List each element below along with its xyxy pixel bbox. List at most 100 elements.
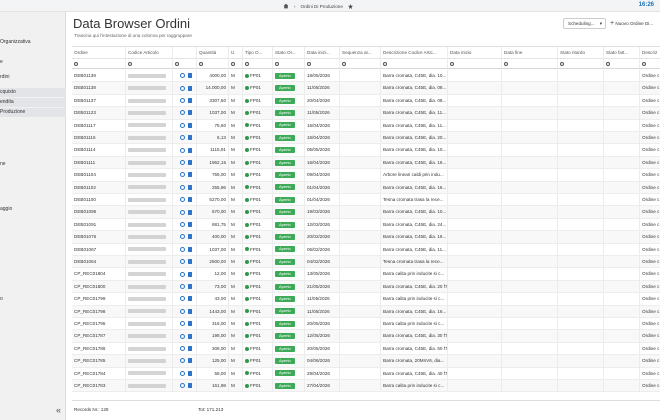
column-filter[interactable] — [197, 58, 229, 68]
table-row[interactable]: CP_REC01787 198,00 M FP01 Aperto 12/05/2026 Ba… — [72, 330, 660, 343]
column-filter[interactable] — [126, 58, 173, 68]
trash-icon[interactable] — [187, 147, 192, 153]
column-filter[interactable] — [640, 58, 660, 68]
info-icon[interactable] — [179, 370, 185, 376]
column-filter[interactable] — [243, 58, 273, 68]
column-filter[interactable] — [340, 58, 381, 68]
column-header[interactable]: Data fine — [502, 47, 558, 59]
info-icon[interactable] — [179, 110, 185, 116]
trash-icon[interactable] — [187, 85, 192, 91]
trash-icon[interactable] — [187, 296, 192, 302]
column-header[interactable]: Descriz — [640, 47, 660, 58]
table-row[interactable]: CP_REC01786 308,00 M FP01 Aperto 20/05/2026 Ba… — [72, 342, 660, 356]
info-icon[interactable] — [179, 259, 185, 265]
info-icon[interactable] — [179, 333, 185, 339]
table-row[interactable]: DEB01116 6,13 M FP01 Aperto 16/04/2026 Barra c… — [72, 132, 660, 145]
sidebar-item-produzione[interactable]: Produzione — [0, 108, 66, 117]
table-row[interactable]: DEB01117 75,60 M FP01 Aperto 16/04/2026 Barra … — [72, 119, 660, 132]
table-row[interactable]: CP_REC01783 161,98 M FP01 Aperto 27/04/2026 Ba… — [72, 380, 660, 393]
table-row[interactable]: DEB01139 4000,00 M FP01 Aperto 18/05/2026 Barr… — [72, 70, 660, 83]
trash-icon[interactable] — [187, 333, 192, 339]
info-icon[interactable] — [179, 135, 185, 141]
info-icon[interactable] — [179, 85, 185, 91]
info-icon[interactable] — [179, 296, 185, 302]
info-icon[interactable] — [179, 284, 185, 290]
table-row[interactable]: DEB01111 1962,15 M FP01 Aperto 16/04/2026 Barr… — [72, 156, 660, 170]
column-filter[interactable] — [604, 58, 640, 68]
info-icon[interactable] — [179, 73, 185, 79]
trash-icon[interactable] — [187, 358, 192, 364]
home-icon[interactable] — [283, 3, 289, 9]
sidebar-item-vendita[interactable]: endita — [0, 98, 66, 107]
table-row[interactable]: DEB01091 681,75 M FP01 Aperto 12/03/2026 Barra… — [72, 218, 660, 232]
info-icon[interactable] — [179, 271, 185, 277]
trash-icon[interactable] — [187, 98, 192, 104]
table-row[interactable]: DEB01102 255,96 M FP01 Aperto 01/04/2026 Barra… — [72, 181, 660, 194]
column-header[interactable]: Stato ritardo — [558, 47, 604, 59]
column-filter[interactable] — [72, 58, 126, 68]
trash-icon[interactable] — [187, 135, 192, 141]
table-row[interactable]: CP_REC01798 1443,00 M FP01 Aperto 11/05/2026 B… — [72, 305, 660, 318]
table-row[interactable]: DEB01064 2500,00 M FP01 Aperto 04/02/2026 Tesn… — [72, 256, 660, 269]
trash-icon[interactable] — [187, 184, 192, 190]
info-icon[interactable] — [179, 321, 185, 327]
sidebar-item-acquisto[interactable]: cquisto — [0, 88, 66, 97]
column-filter[interactable] — [305, 58, 340, 68]
trash-icon[interactable] — [187, 234, 192, 240]
trash-icon[interactable] — [187, 197, 192, 203]
table-row[interactable]: DEB01067 1037,00 M FP01 Aperto 06/02/2026 Barr… — [72, 243, 660, 256]
table-row[interactable]: DEB01137 3307,50 M FP01 Aperto 20/04/2026 Barr… — [72, 94, 660, 108]
sidebar-item-ordini[interactable]: rdini — [0, 73, 66, 82]
column-filter[interactable] — [502, 58, 558, 68]
table-row[interactable]: CP_REC01800 73,00 M FP01 Aperto 21/05/2026 Bar… — [72, 280, 660, 294]
table-row[interactable]: DEB01104 756,00 M FP01 Aperto 09/04/2026 Arbor… — [72, 169, 660, 182]
trash-icon[interactable] — [187, 284, 192, 290]
trash-icon[interactable] — [187, 246, 192, 252]
trash-icon[interactable] — [187, 271, 192, 277]
sidebar-item-organizzativa[interactable]: Organizzativa — [0, 38, 66, 47]
table-row[interactable]: DEB01138 14.000,00 M FP01 Aperto 11/05/2026 Ba… — [72, 82, 660, 95]
info-icon[interactable] — [179, 122, 185, 128]
table-row[interactable]: CP_REC01784 58,00 M FP01 Aperto 29/04/2026 Bar… — [72, 367, 660, 380]
table-row[interactable]: DEB01095 670,00 M FP01 Aperto 19/03/2026 Barra… — [72, 206, 660, 219]
trash-icon[interactable] — [187, 122, 192, 128]
trash-icon[interactable] — [187, 160, 192, 166]
column-header[interactable]: Descrizione Codice Artic... — [381, 47, 448, 59]
column-header[interactable]: U — [229, 47, 243, 59]
table-row[interactable]: CP_REC01785 125,00 M FP01 Aperto 04/06/2026 Ba… — [72, 355, 660, 368]
column-header[interactable] — [173, 47, 197, 59]
column-filter[interactable] — [448, 58, 502, 68]
table-row[interactable]: DEB01100 5270,00 M FP01 Aperto 01/04/2026 Tesn… — [72, 194, 660, 207]
trash-icon[interactable] — [187, 110, 192, 116]
column-header[interactable]: Ordine — [72, 47, 126, 59]
table-row[interactable]: DEB01076 400,00 M FP01 Aperto 20/02/2026 Barra… — [72, 231, 660, 244]
column-header[interactable]: Data inizio — [448, 47, 502, 59]
info-icon[interactable] — [179, 197, 185, 203]
column-filter[interactable] — [173, 58, 197, 68]
trash-icon[interactable] — [187, 222, 192, 228]
table-row[interactable]: DEB01123 1037,00 M FP01 Aperto 11/05/2026 Barr… — [72, 107, 660, 120]
info-icon[interactable] — [179, 209, 185, 215]
info-icon[interactable] — [179, 346, 185, 352]
column-header[interactable]: Data inizi... — [305, 47, 340, 59]
column-filter[interactable] — [558, 58, 604, 68]
info-icon[interactable] — [179, 184, 185, 190]
table-row[interactable]: DEB01114 1115,91 M FP01 Aperto 05/05/2026 Barr… — [72, 144, 660, 157]
column-filter[interactable] — [381, 58, 448, 68]
column-header[interactable]: Tipo O... — [243, 47, 273, 59]
column-header[interactable]: Sequenza at... — [340, 47, 381, 59]
star-icon[interactable] — [347, 3, 353, 9]
column-header[interactable]: Stato Or... — [273, 47, 305, 59]
trash-icon[interactable] — [187, 383, 192, 389]
table-row[interactable]: CP_REC01799 43,00 M FP01 Aperto 11/05/2026 Bar… — [72, 293, 660, 306]
sidebar-item-e[interactable]: e — [0, 58, 66, 67]
table-row[interactable]: CP_REC01804 12,00 M FP01 Aperto 13/05/2026 Bar… — [72, 268, 660, 281]
column-filter[interactable] — [229, 58, 243, 68]
info-icon[interactable] — [179, 222, 185, 228]
info-icon[interactable] — [179, 383, 185, 389]
scheduling-dropdown[interactable]: Scheduling... ▾ — [563, 18, 606, 29]
sidebar-item-aggio[interactable]: aggio — [0, 205, 66, 214]
info-icon[interactable] — [179, 246, 185, 252]
trash-icon[interactable] — [187, 346, 192, 352]
trash-icon[interactable] — [187, 308, 192, 314]
